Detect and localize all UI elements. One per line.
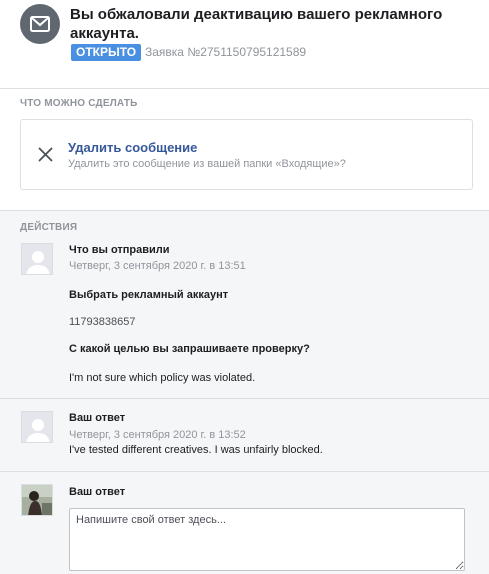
message-text: I've tested different creatives. I was u… (69, 444, 323, 456)
message-timestamp: Четверг, 3 сентября 2020 г. в 13:51 (69, 260, 246, 272)
ticket-id: Заявка №2751150795121589 (145, 45, 307, 59)
delete-message-action[interactable]: Удалить сообщение Удалить это сообщение … (20, 119, 473, 190)
status-badge: ОТКРЫТО (71, 44, 142, 61)
avatar (21, 243, 53, 275)
envelope-icon (20, 4, 60, 44)
reply-label: Ваш ответ (69, 486, 126, 498)
divider (0, 210, 489, 211)
default-user-icon (22, 412, 52, 442)
reply-input[interactable] (69, 508, 465, 571)
default-user-icon (22, 244, 52, 274)
delete-message-link[interactable]: Удалить сообщение (68, 140, 197, 155)
message-timestamp: Четверг, 3 сентября 2020 г. в 13:52 (69, 429, 246, 441)
page-title: Вы обжаловали деактивацию вашего рекламн… (70, 6, 443, 42)
divider (0, 398, 489, 399)
user-avatar (21, 484, 53, 516)
question-label: С какой целью вы запрашиваете проверку? (69, 343, 310, 355)
question-answer: I'm not sure which policy was violated. (69, 372, 256, 384)
divider (0, 88, 489, 89)
avatar (21, 411, 53, 443)
section-label-actions: ДЕЙСТВИЯ (20, 222, 78, 233)
field-label: Выбрать рекламный аккаунт (69, 289, 229, 301)
divider (0, 471, 489, 472)
account-id: 11793838657 (69, 316, 136, 328)
redaction-blur (137, 313, 179, 330)
message-author: Что вы отправили (69, 244, 170, 256)
section-label-what-to-do: ЧТО МОЖНО СДЕЛАТЬ (20, 98, 138, 109)
ticket-header: Вы обжаловали деактивацию вашего рекламн… (0, 0, 489, 88)
close-icon (38, 147, 53, 162)
delete-message-description: Удалить это сообщение из вашей папки «Вх… (68, 158, 346, 170)
message-author: Ваш ответ (69, 412, 126, 424)
user-photo (22, 485, 52, 515)
